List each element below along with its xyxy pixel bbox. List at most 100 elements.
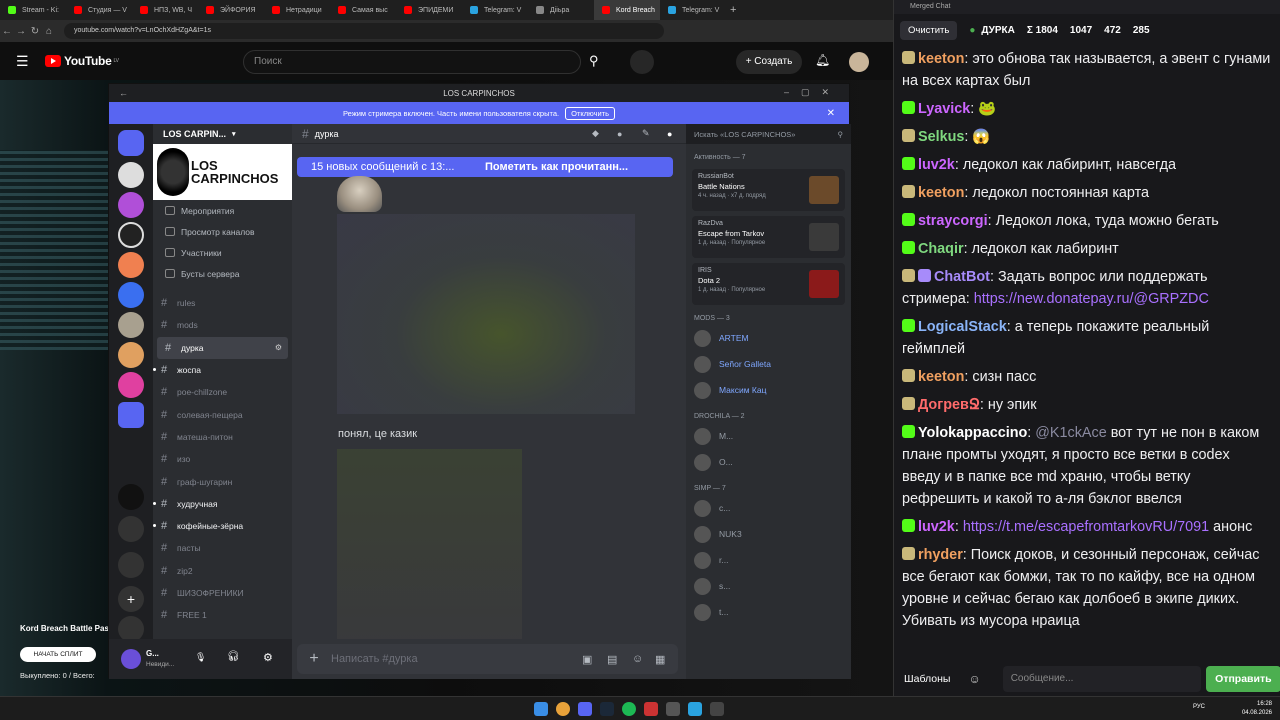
home-icon[interactable]: ⌂ [42, 26, 56, 37]
channel-poe-chillzone[interactable]: # poe-chillzone [153, 381, 292, 403]
emoji-icon[interactable]: ☺ [968, 672, 980, 686]
clear-button[interactable]: Очистить [900, 20, 958, 40]
server-icon[interactable] [118, 252, 144, 278]
server-icon[interactable] [118, 484, 144, 510]
channel-durka[interactable]: # дурка ⚙ [157, 336, 288, 359]
channel-pasty[interactable]: # пасты [153, 537, 292, 559]
channel-free[interactable]: # FREE 1 [153, 604, 292, 626]
system-clock[interactable]: 16:28 04.08.2026 [1242, 700, 1272, 718]
activity-card[interactable]: IRIS Dota 2 1 д. назад · Популярное [692, 263, 845, 305]
browser-tab[interactable]: Нетрадици [264, 0, 330, 20]
member-item[interactable]: M... [686, 423, 851, 449]
mark-read-button[interactable]: Пометить как прочитанн... [485, 161, 628, 173]
search-input[interactable]: Поиск [243, 50, 581, 74]
browser-tab[interactable]: Telegram: V [462, 0, 528, 20]
browser-tab-active[interactable]: Kord Breach [594, 0, 660, 20]
mic-icon[interactable]: 🎙︎ [195, 652, 206, 663]
gear-icon[interactable]: ⚙ [275, 343, 282, 352]
close-icon[interactable]: ✕ [827, 108, 835, 119]
server-icon[interactable] [118, 162, 144, 188]
channel-rules[interactable]: # rules [153, 292, 292, 314]
member-item[interactable]: Максим Кац [686, 377, 851, 403]
guild-header[interactable]: LOS CARPIN... ▾ [153, 124, 292, 144]
menu-boosts[interactable]: Бусты сервера [153, 263, 292, 284]
server-icon[interactable] [118, 192, 144, 218]
search-icon[interactable]: ⚲ [589, 53, 599, 69]
headphones-icon[interactable]: 🎧︎ [227, 651, 240, 662]
menu-icon[interactable]: ☰ [16, 53, 29, 70]
back-icon[interactable]: ← [0, 26, 14, 37]
server-icon[interactable] [118, 372, 144, 398]
server-search-input[interactable]: Искать «LOS CARPINCHOS» ⚲ [686, 124, 851, 144]
start-split-button[interactable]: НАЧАТЬ СПЛИТ [20, 647, 96, 662]
url-input[interactable]: youtube.com/watch?v=LnOchXdHZgA&t=1s [64, 23, 664, 39]
app-icon[interactable] [666, 702, 680, 716]
member-item[interactable]: NUK3 [686, 521, 851, 547]
app-icon[interactable] [644, 702, 658, 716]
blurred-image-attachment[interactable] [337, 214, 635, 414]
channel-solevaya[interactable]: # солевая-пещера [153, 403, 292, 425]
gift-icon[interactable]: ▣ [582, 653, 592, 666]
apps-icon[interactable]: ▦ [655, 653, 665, 666]
bell-icon[interactable]: ● [617, 129, 622, 139]
browser-tab[interactable]: Дiiьра [528, 0, 594, 20]
threads-icon[interactable]: ◆ [592, 128, 599, 139]
channel-graf[interactable]: # граф-шугарин [153, 470, 292, 492]
new-messages-bar[interactable]: 15 новых сообщений с 13:... Пометить как… [297, 157, 673, 177]
member-item[interactable]: t... [686, 599, 851, 625]
browser-tab[interactable]: ЭЙФОРИЯ [198, 0, 264, 20]
server-icon[interactable] [118, 312, 144, 338]
youtube-logo[interactable]: YouTube LV [45, 54, 119, 68]
chat-link[interactable]: https://t.me/escapefromtarkovRU/7091 [963, 519, 1209, 535]
templates-button[interactable]: Шаблоны [904, 673, 950, 685]
emoji-icon[interactable]: ☺ [632, 653, 643, 665]
browser-tab[interactable]: Самая выс [330, 0, 396, 20]
gif-icon[interactable]: ▤ [607, 653, 617, 666]
menu-members[interactable]: Участники [153, 242, 292, 263]
folder-icon[interactable] [118, 402, 144, 428]
browser-tab[interactable]: ЭПИДЕМИ [396, 0, 462, 20]
menu-browse-channels[interactable]: Просмотр каналов [153, 221, 292, 242]
member-item[interactable]: c... [686, 495, 851, 521]
member-item[interactable]: ARTEM [686, 325, 851, 351]
menu-events[interactable]: Мероприятия [153, 200, 292, 221]
browser-tab[interactable]: НПЗ, WB, Ч [132, 0, 198, 20]
avatar[interactable] [849, 52, 869, 72]
start-icon[interactable] [534, 702, 548, 716]
create-button[interactable]: + Создать [736, 50, 802, 74]
member-item[interactable]: Señor Galleta [686, 351, 851, 377]
add-server-icon[interactable]: + [118, 586, 144, 612]
channel-hudruchnaya[interactable]: # худручная [153, 493, 292, 515]
discord-home-icon[interactable] [118, 130, 144, 156]
steam-icon[interactable] [600, 702, 614, 716]
forward-icon[interactable]: → [14, 26, 28, 37]
send-button[interactable]: Отправить [1205, 666, 1280, 692]
chrome-icon[interactable] [556, 702, 570, 716]
discord-icon[interactable] [578, 702, 592, 716]
server-icon[interactable] [118, 282, 144, 308]
mic-icon[interactable] [630, 50, 654, 74]
reload-icon[interactable]: ↻ [28, 26, 42, 37]
discord-back-icon[interactable]: ← [119, 88, 128, 98]
bell-icon[interactable]: 🔔︎ [815, 53, 830, 67]
server-folder[interactable] [118, 552, 144, 578]
server-folder[interactable] [118, 516, 144, 542]
members-icon[interactable]: ● [667, 129, 672, 139]
app-icon[interactable] [710, 702, 724, 716]
add-attachment-icon[interactable]: + [297, 650, 331, 668]
member-item[interactable]: O... [686, 449, 851, 475]
browser-tab[interactable]: Студия — V [66, 0, 132, 20]
chat-input[interactable]: Сообщение... [1002, 666, 1201, 692]
channel-mods[interactable]: # mods [153, 314, 292, 336]
server-icon[interactable] [118, 222, 144, 248]
disable-streamer-button[interactable]: Отключить [565, 106, 616, 120]
window-controls[interactable]: –▢✕ [784, 87, 841, 98]
activity-card[interactable]: RussianBot Battle Nations 4 ч. назад · x… [692, 169, 845, 211]
channel-izo[interactable]: # изо [153, 448, 292, 470]
browser-tab[interactable]: Stream - Ki: [0, 0, 66, 20]
channel-coffee[interactable]: # кофейные-зёрна [153, 515, 292, 537]
spotify-icon[interactable] [622, 702, 636, 716]
new-tab-icon[interactable]: + [730, 4, 736, 16]
chat-mention[interactable]: @K1ckAce [1035, 425, 1106, 441]
server-icon[interactable] [118, 342, 144, 368]
